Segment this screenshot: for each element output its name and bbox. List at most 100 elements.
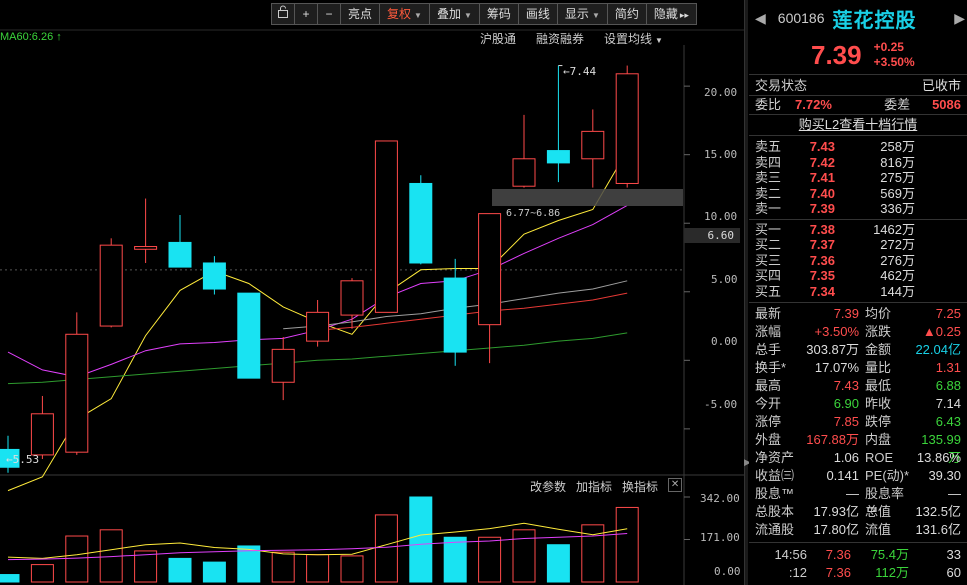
stat-value: 7.14 <box>935 396 961 411</box>
zoom-in-icon[interactable]: + <box>294 3 318 25</box>
ma-settings-link[interactable]: 设置均线 ▼ <box>604 30 663 47</box>
bid-price: 7.38 <box>809 221 835 237</box>
tick-time: 14:56 <box>774 547 807 562</box>
stat-row: 外盘 167.88万 内盘 135.99万 <box>749 431 967 465</box>
stat-value: 167.88万 <box>806 432 859 447</box>
ask-price: 7.41 <box>809 170 835 185</box>
stat-label: 流通股 <box>755 522 795 537</box>
volume-bar <box>374 514 398 583</box>
stat-row: 换手* 17.07% 量比 1.31 <box>749 359 967 377</box>
ask-volume: 816万 <box>880 154 915 170</box>
stat-value: 17.80亿 <box>813 522 859 537</box>
weibi-value: 7.72% <box>795 97 832 112</box>
close-icon[interactable]: ✕ <box>668 478 683 492</box>
switch-indicator-button[interactable]: 换指标 <box>622 478 658 495</box>
ask-level-label: 卖五 <box>755 139 782 154</box>
stat-label: ROE <box>865 450 894 465</box>
bid-level-label: 买五 <box>755 283 782 299</box>
candle-body <box>615 73 639 184</box>
panel-splitter[interactable] <box>744 0 748 585</box>
ask-price: 7.39 <box>809 201 835 216</box>
ask-row: 卖三 7.41 275万 <box>749 170 967 186</box>
volume-bar <box>168 557 192 583</box>
bid-level-label: 买四 <box>755 268 782 283</box>
stat-value: ▲0.25 <box>922 324 961 339</box>
stat-label: 金额 <box>865 342 892 357</box>
chevron-down-icon: ▼ <box>414 11 422 20</box>
stat-row: 净资产 1.06 ROE 13.86% <box>749 449 967 467</box>
stat-label: 均价 <box>865 306 892 321</box>
last-price: 7.39 <box>811 39 862 70</box>
stat-value: 22.04亿 <box>915 342 961 357</box>
volume-bar <box>546 544 570 583</box>
candle-body <box>168 241 192 268</box>
ask-row: 卖五 7.43 258万 <box>749 139 967 155</box>
stat-label: 涨幅 <box>755 324 782 339</box>
change-params-button[interactable]: 改参数 <box>530 478 566 495</box>
tick-row: 14:56 7.36 75.4万 33 <box>749 546 967 564</box>
stat-label: 流值 <box>865 522 892 537</box>
y-tick: 0.00 <box>711 335 738 348</box>
add-indicator-button[interactable]: 加指标 <box>576 478 612 495</box>
volume-bar <box>271 551 295 583</box>
toolbar-overlay-button[interactable]: 叠加 ▼ <box>428 3 480 25</box>
stat-value: 0.141 <box>826 468 859 483</box>
volume-bar <box>306 554 330 583</box>
tick-price: 7.36 <box>825 547 851 562</box>
toolbar-hide-button[interactable]: 隐藏 ▸▸ <box>645 3 697 25</box>
hgt-link[interactable]: 沪股通 <box>480 30 516 47</box>
lock-icon[interactable] <box>271 3 295 25</box>
kline-chart-svg[interactable] <box>0 0 744 585</box>
toolbar-highlight-button[interactable]: 亮点 <box>340 3 381 25</box>
bid-book: 买一 7.38 1462万 买二 7.37 272万 买三 7.36 276万 买四 7.35 462… <box>749 220 967 300</box>
stat-row: 最新 7.39 均价 7.25 <box>749 305 967 323</box>
stat-label: 股息率™ <box>865 486 905 519</box>
candle-body <box>581 130 605 160</box>
stat-row: 股息™ — 股息率™ — <box>749 485 967 519</box>
next-stock-icon[interactable]: ▶ <box>954 10 965 27</box>
chip-range-label: 6.77~6.86 <box>506 208 561 219</box>
stat-label: 换手* <box>755 360 787 375</box>
prev-stock-icon[interactable]: ◀ <box>755 10 766 27</box>
bid-row: 买五 7.34 144万 <box>749 284 967 300</box>
ask-row: 卖一 7.39 336万 <box>749 201 967 217</box>
stat-value: 17.93亿 <box>813 504 859 519</box>
toolbar-draw-button[interactable]: 画线 <box>517 3 558 25</box>
candle-body <box>512 158 536 187</box>
stat-value: 39.30 <box>928 468 961 483</box>
ask-row: 卖二 7.40 569万 <box>749 186 967 202</box>
toolbar-adjust-button[interactable]: 复权 ▼ <box>379 3 430 25</box>
bid-volume: 462万 <box>880 268 915 283</box>
chevron-down-icon: ▼ <box>591 11 600 20</box>
price-change: +0.25 <box>873 40 904 54</box>
candle-body <box>134 246 158 250</box>
ask-volume: 258万 <box>880 139 915 154</box>
stat-value: 131.6亿 <box>915 522 961 537</box>
bid-level-label: 买三 <box>755 252 782 268</box>
zoom-out-icon[interactable]: − <box>317 3 341 25</box>
ask-volume: 569万 <box>880 185 915 201</box>
ask-book: 卖五 7.43 258万 卖四 7.42 816万 卖三 7.41 275万 卖二 7.40 569万… <box>749 136 967 217</box>
candle-body <box>306 311 330 342</box>
bid-row: 买三 7.36 276万 <box>749 253 967 269</box>
kline-chart-panel[interactable]: MA60:6.26 ↑ + − 亮点 复权 ▼ 叠加 ▼ 筹码 画线 显示 ▼ 简约 … <box>0 0 744 585</box>
l2-upgrade-link[interactable]: 购买L2查看十档行情 <box>749 115 967 135</box>
toolbar-chips-button[interactable]: 筹码 <box>478 3 519 25</box>
ask-price: 7.42 <box>809 154 835 170</box>
volume-bar <box>478 536 502 583</box>
candle-body <box>443 277 467 353</box>
order-ratio-row: 委比 7.72% 委差 5086 <box>755 97 961 112</box>
stat-label: 收益㈢ <box>755 468 795 483</box>
chevron-down-icon: ▼ <box>463 11 472 20</box>
volume-bar <box>340 555 364 583</box>
stat-value: +3.50% <box>814 324 859 339</box>
toolbar-display-button[interactable]: 显示 ▼ <box>556 3 608 25</box>
candle-body <box>237 292 261 379</box>
toolbar-simple-button[interactable]: 简约 <box>606 3 647 25</box>
margin-link[interactable]: 融资融券 <box>536 30 584 47</box>
candle-body <box>478 213 502 326</box>
ma60-label: MA60:6.26 ↑ <box>0 31 62 43</box>
chart-toolbar: + − 亮点 复权 ▼ 叠加 ▼ 筹码 画线 显示 ▼ 简约 隐藏 ▸▸ <box>271 3 697 25</box>
stat-label: 总股本 <box>755 504 795 519</box>
bid-volume: 1462万 <box>873 221 915 237</box>
